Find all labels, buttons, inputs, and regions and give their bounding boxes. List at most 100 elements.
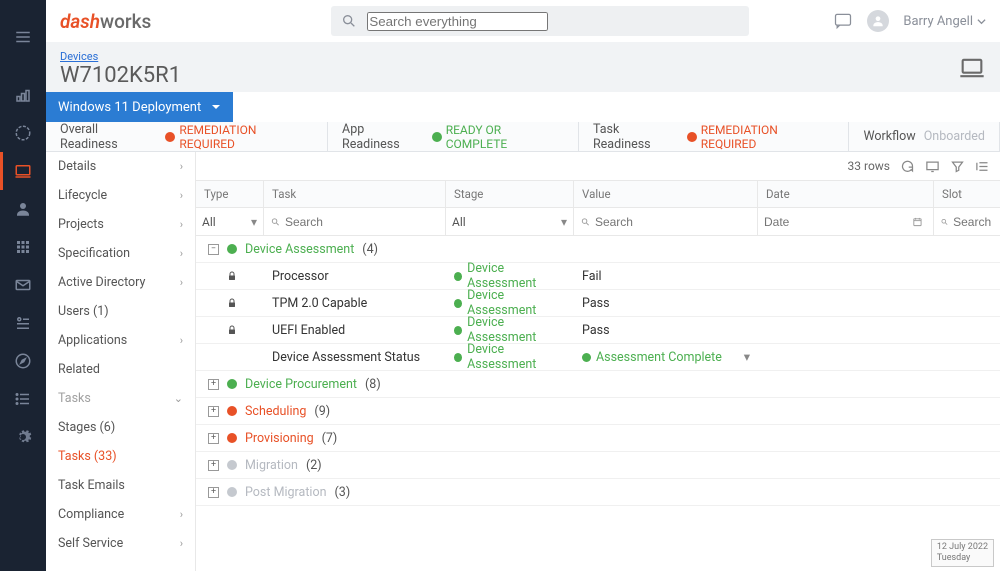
col-header-slot[interactable]: Slot [934, 181, 1000, 207]
cell-stage[interactable]: Device Assessment [446, 315, 574, 345]
filter-slot[interactable] [934, 208, 1000, 235]
sidebar-item[interactable]: Self Service› [46, 529, 195, 558]
group-row[interactable]: + Migration (2) [196, 452, 1000, 479]
tab-workflow[interactable]: Workflow Onboarded [849, 122, 1000, 151]
sidebar-item[interactable]: Details› [46, 152, 195, 181]
screen-icon[interactable] [925, 159, 940, 174]
group-row[interactable]: +Scheduling(9) [196, 398, 1000, 425]
status-dot-icon [227, 379, 237, 389]
group-name[interactable]: Scheduling [245, 404, 306, 419]
deployment-dropdown[interactable]: Windows 11 Deployment [46, 92, 233, 122]
tab-overall-readiness[interactable]: Overall Readiness REMEDIATION REQUIRED [46, 122, 328, 151]
tasks-icon[interactable] [0, 304, 46, 342]
sidebar-item[interactable]: Task Emails [46, 471, 195, 500]
chevron-down-icon [977, 17, 986, 26]
status-dot-red-icon [687, 132, 697, 142]
table-row[interactable]: TPM 2.0 CapableDevice AssessmentPass [196, 290, 1000, 317]
cell-stage[interactable]: Device Assessment [446, 342, 574, 372]
filter-value[interactable] [574, 208, 758, 235]
sidebar-item[interactable]: Applications› [46, 326, 195, 355]
sidebar-item[interactable]: Compliance› [46, 500, 195, 529]
search-icon [580, 216, 591, 228]
user-menu[interactable]: Barry Angell [903, 14, 986, 29]
columns-icon[interactable] [975, 159, 990, 174]
chat-icon[interactable] [833, 11, 853, 31]
sidebar-item[interactable]: Tasks (33) [46, 442, 195, 471]
expand-icon[interactable]: + [208, 433, 219, 444]
group-row[interactable]: + Device Procurement (8) [196, 371, 1000, 398]
collapse-icon[interactable]: − [208, 244, 219, 255]
sidebar-item[interactable]: Lifecycle› [46, 181, 195, 210]
users-icon[interactable] [0, 190, 46, 228]
filter-value-input[interactable] [595, 215, 751, 229]
mail-icon[interactable] [0, 266, 46, 304]
sidebar-item[interactable]: Projects› [46, 210, 195, 239]
group-count: (8) [365, 377, 381, 392]
group-count: (2) [306, 458, 322, 473]
caret-down-icon: ▾ [744, 349, 750, 365]
search-input[interactable] [367, 12, 548, 31]
list-icon[interactable] [0, 380, 46, 418]
status-dot-green-icon [454, 272, 462, 281]
sidebar-item[interactable]: Stages (6) [46, 413, 195, 442]
expand-icon[interactable]: + [208, 379, 219, 390]
sidebar-item[interactable]: Specification› [46, 239, 195, 268]
breadcrumb-parent[interactable]: Devices [60, 50, 98, 63]
dashboard-icon[interactable] [0, 114, 46, 152]
status-dot-green-icon [432, 132, 442, 142]
grid-header-row: Type Task Stage Value Date Slot [196, 180, 1000, 208]
col-header-date[interactable]: Date [758, 181, 934, 207]
group-row[interactable]: + Post Migration (3) [196, 479, 1000, 506]
group-name[interactable]: Migration [245, 458, 298, 473]
sidebar-item[interactable]: Tasks⌄ [46, 384, 195, 413]
settings-icon[interactable] [0, 418, 46, 456]
filter-icon[interactable] [950, 159, 965, 174]
cell-value[interactable]: Assessment Complete▾ [574, 349, 758, 365]
compass-icon[interactable] [0, 342, 46, 380]
table-row[interactable]: Device Assessment StatusDevice Assessmen… [196, 344, 1000, 371]
analytics-icon[interactable] [0, 76, 46, 114]
cell-stage[interactable]: Device Assessment [446, 288, 574, 318]
expand-icon[interactable]: + [208, 460, 219, 471]
tab-app-readiness[interactable]: App Readiness READY OR COMPLETE [328, 122, 579, 151]
status-dot-icon [227, 460, 237, 470]
filter-task-input[interactable] [285, 215, 439, 229]
sidebar-item[interactable]: Active Directory› [46, 268, 195, 297]
menu-icon[interactable] [0, 18, 46, 56]
col-header-stage[interactable]: Stage [446, 181, 574, 207]
col-header-value[interactable]: Value [574, 181, 758, 207]
devices-icon[interactable] [0, 152, 46, 190]
col-header-task[interactable]: Task [264, 181, 446, 207]
group-name[interactable]: Post Migration [245, 485, 327, 500]
sidebar-item-label: Stages (6) [58, 420, 115, 435]
cell-stage[interactable]: Device Assessment [446, 261, 574, 291]
filter-stage[interactable]: All▾ [446, 208, 574, 235]
apps-icon[interactable] [0, 228, 46, 266]
filter-date-input[interactable] [764, 215, 912, 229]
filter-date[interactable] [758, 208, 934, 235]
refresh-icon[interactable] [900, 159, 915, 174]
table-row[interactable]: UEFI EnabledDevice AssessmentPass [196, 317, 1000, 344]
group-name[interactable]: Provisioning [245, 431, 314, 446]
global-search[interactable] [331, 6, 749, 36]
filter-task[interactable] [264, 208, 446, 235]
group-count: (3) [335, 485, 351, 500]
tab-strip: Overall Readiness REMEDIATION REQUIRED A… [46, 122, 1000, 152]
filter-slot-input[interactable] [953, 215, 994, 229]
group-name[interactable]: Device Assessment [245, 242, 354, 257]
sidebar-item[interactable]: Related [46, 355, 195, 384]
table-row[interactable]: ProcessorDevice AssessmentFail [196, 263, 1000, 290]
cell-value: Pass [574, 323, 758, 338]
group-row[interactable]: +Provisioning(7) [196, 425, 1000, 452]
col-header-type[interactable]: Type [196, 181, 264, 207]
sidebar-item[interactable]: Users (1) [46, 297, 195, 326]
chevron-right-icon: › [180, 160, 183, 173]
tab-task-readiness[interactable]: Task Readiness REMEDIATION REQUIRED [579, 122, 849, 151]
expand-icon[interactable]: + [208, 406, 219, 417]
laptop-icon [958, 54, 986, 86]
filter-type[interactable]: All▾ [196, 208, 264, 235]
group-name[interactable]: Device Procurement [245, 377, 357, 392]
group-row[interactable]: −Device Assessment(4) [196, 236, 1000, 263]
cell-task: UEFI Enabled [264, 323, 446, 338]
expand-icon[interactable]: + [208, 487, 219, 498]
